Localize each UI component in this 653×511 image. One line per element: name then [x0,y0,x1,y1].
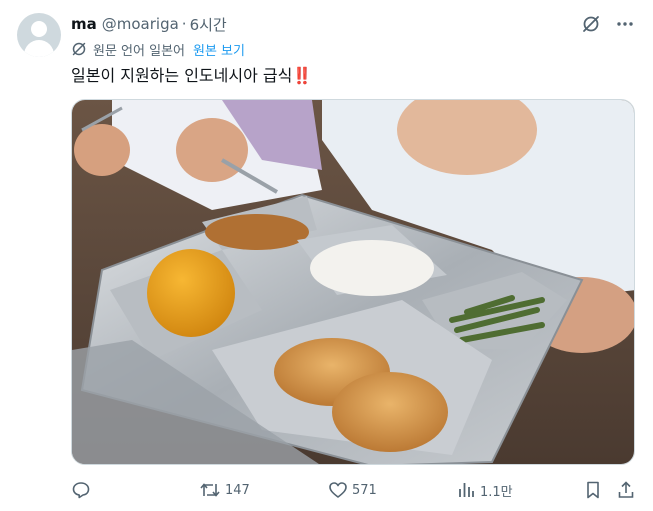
retweet-count: 147 [225,482,250,498]
translate-icon [72,42,86,56]
share-button[interactable] [616,478,640,502]
avatar[interactable] [17,13,61,57]
views-count: 1.1만 [480,484,513,500]
tweet-text-body: 일본이 지원하는 인도네시아 급식 [71,66,293,85]
reply-button[interactable] [71,478,95,502]
fried-chicken-2 [332,372,448,452]
grok-icon[interactable] [581,14,601,34]
like-count: 571 [352,482,377,498]
left-hand [74,124,130,176]
author-handle[interactable]: @moariga [102,15,179,33]
views-button[interactable]: 1.1만 [456,478,513,502]
tweet-text: 일본이 지원하는 인도네시아 급식‼️ [71,64,312,88]
action-bar: 147 571 1.1만 [71,478,639,502]
retweet-button[interactable]: 147 [199,478,250,502]
like-button[interactable]: 571 [328,478,377,502]
tweet-header: ma @moariga · 6시간 [71,13,227,35]
translation-notice: 원문 언어 일본어 원본 보기 [71,39,245,59]
share-icon [618,481,634,498]
avatar-body-shape [24,40,54,57]
hand-with-spoon [176,118,248,182]
reply-icon [72,482,90,499]
bookmark-icon [587,481,599,499]
post-time[interactable]: 6시간 [190,14,227,35]
more-icon[interactable] [615,14,635,34]
header-actions [581,14,635,34]
retweet-icon [200,483,220,497]
author-name[interactable]: ma [71,15,97,33]
bookmark-button[interactable] [583,478,607,502]
orange-fruit [147,249,235,337]
separator-dot: · [181,15,187,33]
rice [310,240,434,296]
tweet-photo[interactable] [71,99,635,465]
double-exclamation-emoji: ‼️ [292,66,312,85]
like-icon [329,482,347,498]
side-dish-top [205,214,309,250]
views-icon [459,483,474,497]
avatar-head-shape [31,21,47,37]
tweet[interactable]: ma @moariga · 6시간 원문 언어 일본어 원본 보기 일본이 지원… [0,0,653,511]
translation-label: 원문 언어 일본어 [93,43,185,59]
show-original-link[interactable]: 원본 보기 [193,40,245,59]
